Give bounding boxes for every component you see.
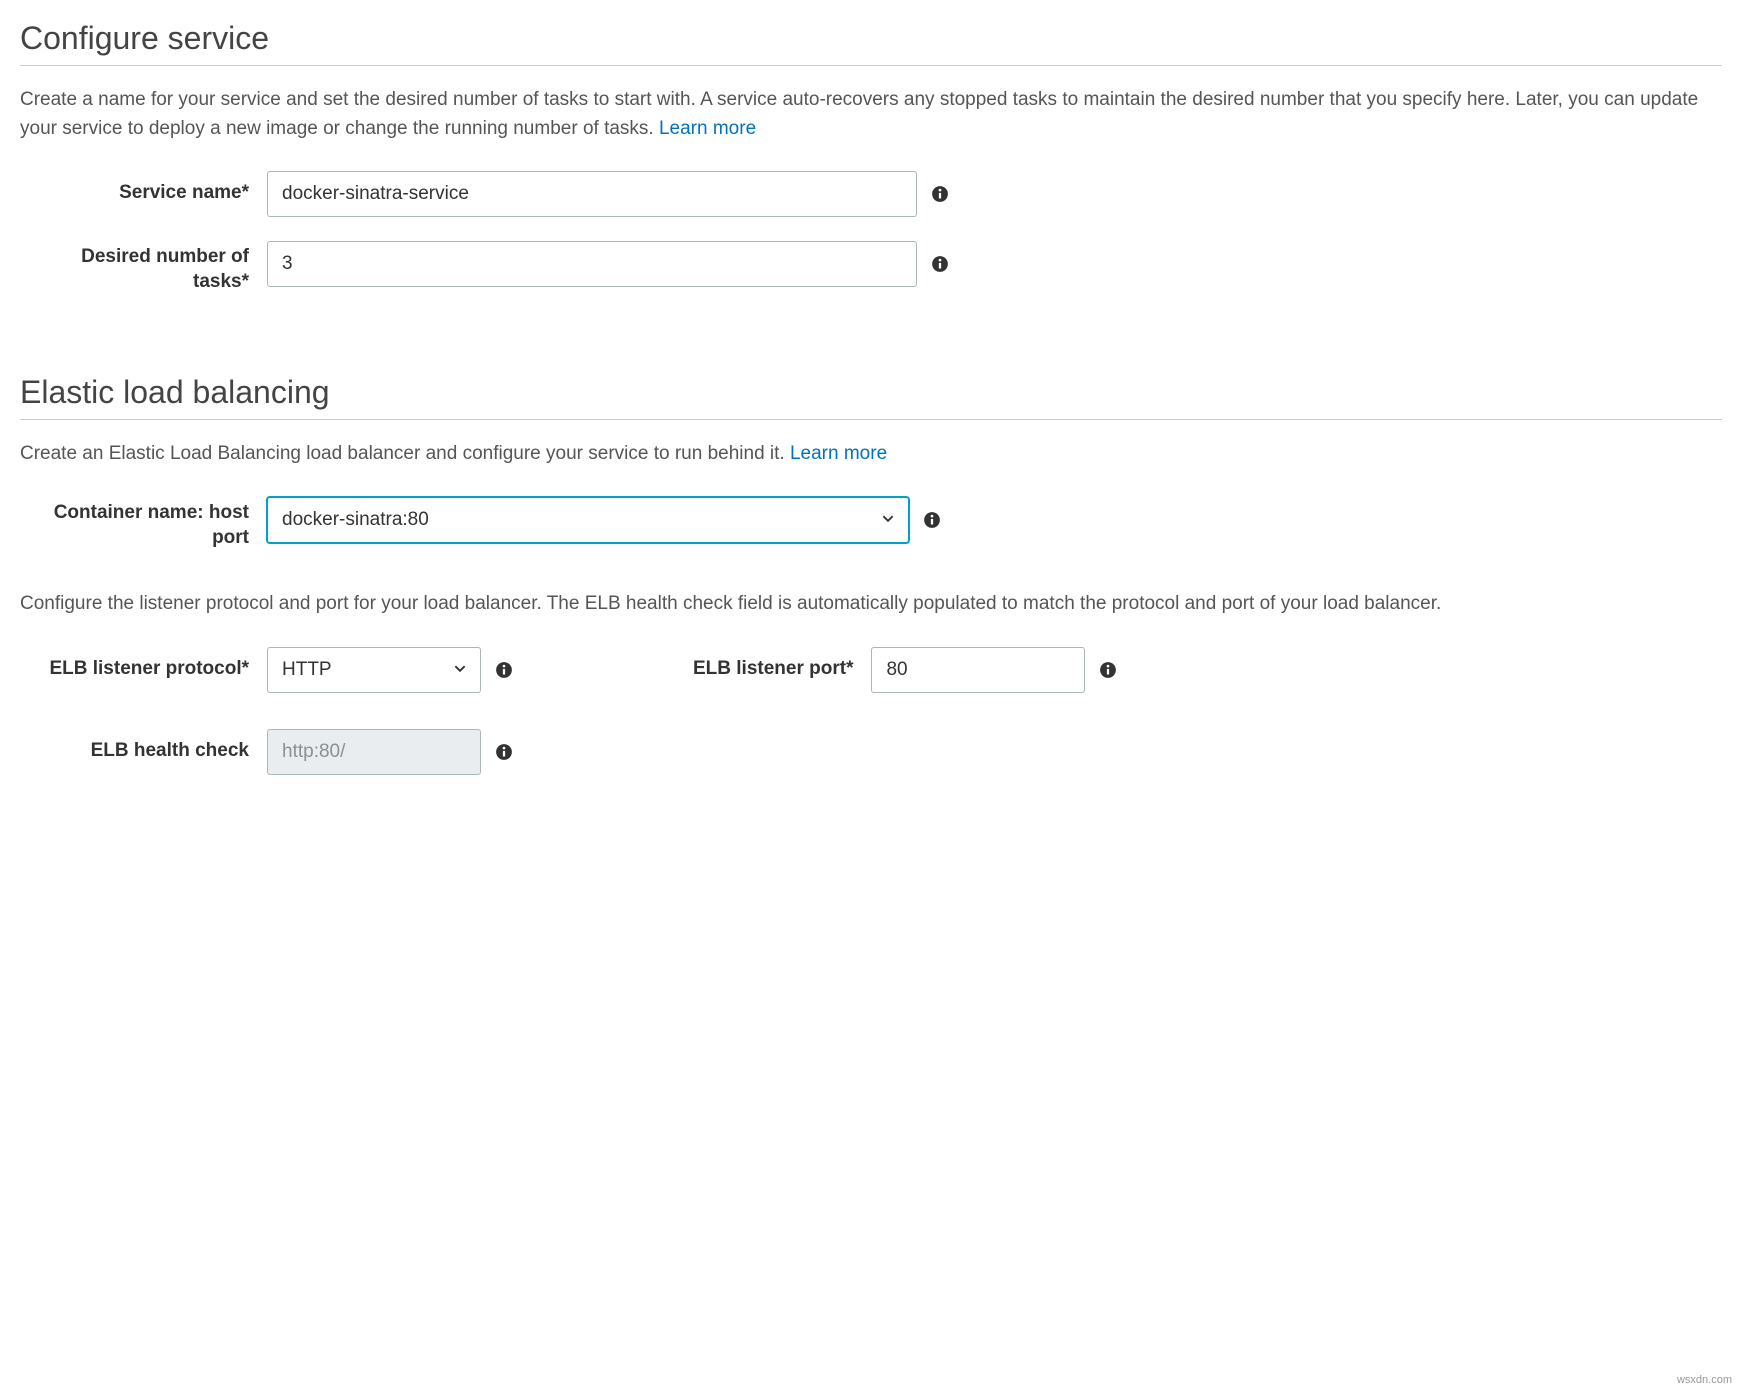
desired-tasks-row: Desired number of tasks*	[20, 241, 1722, 294]
info-icon[interactable]	[931, 255, 949, 273]
elb-protocol-wrap: HTTP	[267, 647, 513, 693]
elb-health-check-label: ELB health check	[20, 729, 267, 764]
elb-port-wrap	[871, 647, 1117, 693]
info-icon[interactable]	[1099, 661, 1117, 679]
elb-health-check-row: ELB health check	[20, 729, 1722, 775]
watermark: wsxdn.com	[1677, 1374, 1732, 1386]
learn-more-link[interactable]: Learn more	[659, 118, 756, 139]
service-name-label: Service name*	[20, 171, 267, 206]
elb-listener-row: ELB listener protocol* HTTP ELB listener…	[20, 647, 1722, 693]
info-icon[interactable]	[923, 511, 941, 529]
elb-description: Create an Elastic Load Balancing load ba…	[20, 440, 1722, 469]
elb-listener-port-input[interactable]	[871, 647, 1085, 693]
info-icon[interactable]	[495, 661, 513, 679]
container-host-port-label: Container name: host port	[20, 497, 267, 550]
service-name-row: Service name*	[20, 171, 1722, 217]
elb-health-check-input[interactable]	[267, 729, 481, 775]
desired-tasks-input[interactable]	[267, 241, 917, 287]
info-icon[interactable]	[495, 743, 513, 761]
elb-listener-protocol-select[interactable]: HTTP	[267, 647, 481, 693]
elb-listener-description: Configure the listener protocol and port…	[20, 590, 1722, 619]
divider	[20, 65, 1722, 66]
configure-service-description: Create a name for your service and set t…	[20, 86, 1722, 143]
desired-tasks-label: Desired number of tasks*	[20, 241, 267, 294]
desired-tasks-input-wrap	[267, 241, 1722, 287]
container-host-port-select-wrap: docker-sinatra:80	[267, 497, 909, 543]
service-name-input-wrap	[267, 171, 1722, 217]
divider	[20, 419, 1722, 420]
configure-service-title: Configure service	[20, 20, 1722, 57]
elb-listener-protocol-label: ELB listener protocol*	[20, 647, 267, 682]
elb-protocol-select-wrap: HTTP	[267, 647, 481, 693]
elb-port-col: ELB listener port*	[513, 647, 1117, 693]
service-name-input[interactable]	[267, 171, 917, 217]
elb-health-check-wrap	[267, 729, 1722, 775]
container-host-port-select[interactable]: docker-sinatra:80	[267, 497, 909, 543]
elb-protocol-col: ELB listener protocol* HTTP	[20, 647, 513, 693]
container-host-port-wrap: docker-sinatra:80	[267, 497, 1722, 543]
elb-listener-port-label: ELB listener port*	[513, 647, 871, 682]
elb-title: Elastic load balancing	[20, 374, 1722, 411]
info-icon[interactable]	[931, 185, 949, 203]
container-host-port-row: Container name: host port docker-sinatra…	[20, 497, 1722, 550]
learn-more-link[interactable]: Learn more	[790, 443, 887, 464]
